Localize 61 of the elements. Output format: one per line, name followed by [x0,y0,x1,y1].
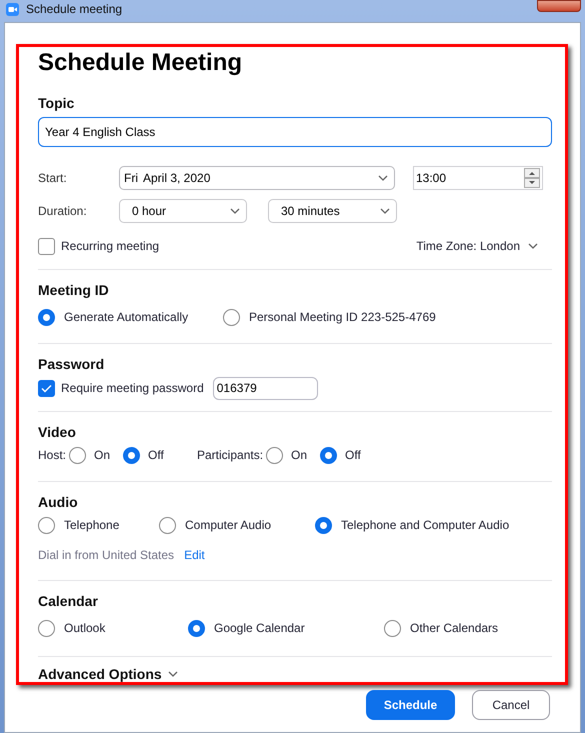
radio-label: On [291,447,308,464]
section-title: Topic [38,94,76,113]
start-label: Start: [38,170,68,187]
radio-button[interactable] [38,308,55,326]
dial-in-text: Dial in from United States [38,547,174,564]
section-title: Meeting ID [38,281,110,300]
group-label: Participants: [197,447,264,464]
hours-dropdown[interactable]: 0 hour [119,199,247,223]
radio-label: On [94,447,110,464]
caret-icon [378,175,388,181]
time-spinner[interactable]: 13:00 [413,166,543,190]
radio-button[interactable] [188,620,205,636]
section-title: Video [38,423,77,442]
radio-label: Personal Meeting ID 223-525-4769 [249,309,436,326]
radio-label: Telephone [64,517,120,534]
duration-label: Duration: [38,203,88,220]
radio-button[interactable] [123,446,140,464]
checkbox[interactable] [38,380,55,396]
radio-button[interactable] [315,516,332,534]
caret-icon [230,208,240,214]
radio-button[interactable] [69,446,86,464]
radio-label: Off [345,447,361,464]
section-title: Audio [38,493,79,512]
radio-button[interactable] [320,446,338,464]
caret-icon [380,208,390,214]
advanced-options-toggle[interactable]: Advanced Options [38,664,552,684]
radio-label: Telephone and Computer Audio [341,517,510,534]
caret-icon [528,243,538,249]
radio-label: Generate Automatically [64,309,188,326]
radio-label: Google Calendar [214,620,305,637]
minutes-dropdown[interactable]: 30 minutes [268,199,397,223]
close-button[interactable] [537,0,581,12]
topic-field[interactable]: Year 4 English Class [38,117,552,147]
radio-label: Off [148,447,164,464]
radio-label: Computer Audio [185,517,272,534]
radio-button[interactable] [159,516,176,534]
section-title: Calendar [38,592,99,611]
dialog-heading: Schedule Meeting [38,48,244,78]
secondary-button[interactable]: Cancel [472,690,550,720]
group-label: Host: [38,447,66,464]
password-field[interactable]: 016379 [212,376,318,400]
radio-button[interactable] [384,620,401,636]
checkbox-label: Recurring meeting [61,238,160,255]
radio-button[interactable] [223,308,240,326]
date-dropdown[interactable]: Fri April 3, 2020 [119,166,395,190]
radio-button[interactable] [266,446,284,464]
checkbox-label: Require meeting password [61,380,204,397]
spinner-arrows-icon[interactable] [524,168,540,188]
video-camera-icon [6,2,19,16]
radio-label: Other Calendars [410,620,498,637]
section-title: Password [38,355,106,374]
primary-button[interactable]: Schedule [366,690,455,720]
checkmark-icon [41,384,52,392]
caret-icon [168,671,178,677]
radio-label: Outlook [64,620,106,637]
radio-button[interactable] [38,620,55,636]
edit-link[interactable]: Edit [184,546,205,564]
radio-button[interactable] [38,516,55,534]
checkbox[interactable] [38,238,55,254]
window-title: Schedule meeting [26,1,122,18]
time-zone-dropdown[interactable]: Time Zone: London [416,237,538,255]
